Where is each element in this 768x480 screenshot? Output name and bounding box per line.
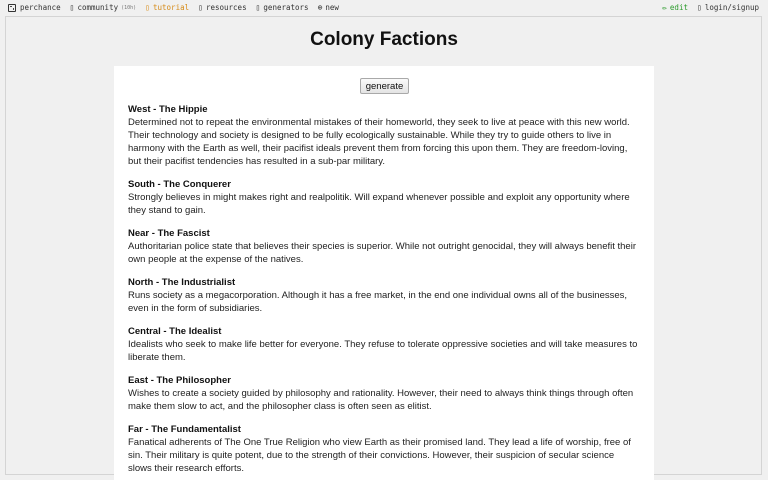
community-count: (10h) — [121, 4, 137, 11]
nav-right: ✏ edit ▯ login/signup — [662, 3, 759, 12]
page-title: Colony Factions — [310, 29, 458, 50]
nav-community-label: community — [77, 3, 119, 12]
faction-description: Idealists who seek to make life better f… — [128, 339, 638, 363]
faction-name: Far - The Fundamentalist — [128, 424, 241, 435]
nav-site-label: perchance — [20, 3, 61, 12]
list-icon: ▯ — [255, 2, 261, 12]
nav-home[interactable]: perchance — [8, 3, 61, 12]
faction-item: South - The Conquerer Strongly believes i… — [128, 178, 640, 217]
faction-item: Near - The Fascist Authoritarian police s… — [128, 227, 640, 266]
nav-edit[interactable]: ✏ edit — [662, 3, 688, 12]
generate-button[interactable]: generate — [360, 78, 409, 94]
resources-icon: ▯ — [198, 2, 203, 12]
nav-resources[interactable]: ▯ resources — [198, 3, 246, 12]
faction-description: Wishes to create a society guided by phi… — [128, 388, 634, 412]
nav-edit-label: edit — [669, 3, 688, 12]
top-nav: perchance ▯ community (10h) ▯ tutorial ▯… — [0, 0, 768, 16]
nav-generators[interactable]: ▯ generators — [256, 3, 309, 12]
nav-login-label: login/signup — [704, 3, 759, 12]
plus-circle-icon: ⊕ — [317, 2, 323, 12]
nav-generators-label: generators — [263, 3, 309, 12]
nav-tutorial[interactable]: ▯ tutorial — [145, 3, 189, 12]
nav-new[interactable]: ⊕ new — [318, 3, 339, 12]
faction-description: Runs society as a megacorporation. Altho… — [128, 290, 628, 314]
faction-name: North - The Industrialist — [128, 277, 236, 288]
nav-community[interactable]: ▯ community (10h) — [70, 3, 137, 12]
faction-name: Near - The Fascist — [128, 228, 210, 239]
output-panel: generate West - The Hippie Determined not… — [114, 66, 654, 480]
faction-list: West - The Hippie Determined not to repea… — [128, 103, 640, 480]
faction-item: West - The Hippie Determined not to repea… — [128, 103, 640, 168]
nav-left: perchance ▯ community (10h) ▯ tutorial ▯… — [8, 3, 348, 12]
nav-resources-label: resources — [205, 3, 247, 12]
chat-icon: ▯ — [69, 2, 75, 12]
nav-tutorial-label: tutorial — [153, 3, 190, 12]
pencil-icon: ✏ — [662, 2, 667, 12]
faction-item: Far - The Fundamentalist Fanatical adhere… — [128, 423, 640, 475]
faction-name: East - The Philosopher — [128, 375, 231, 386]
faction-name: Central - The Idealist — [128, 326, 222, 337]
faction-description: Determined not to repeat the environment… — [128, 117, 630, 167]
faction-name: West - The Hippie — [128, 104, 208, 115]
dice-icon — [8, 3, 16, 12]
faction-item: North - The Industrialist Runs society as… — [128, 276, 640, 315]
faction-description: Fanatical adherents of The One True Reli… — [128, 437, 631, 474]
faction-description: Strongly believes in might makes right a… — [128, 192, 630, 216]
nav-login[interactable]: ▯ login/signup — [697, 3, 759, 12]
book-icon: ▯ — [145, 2, 150, 12]
faction-item: Central - The Idealist Idealists who seek… — [128, 325, 640, 364]
faction-description: Authoritarian police state that believes… — [128, 241, 636, 265]
nav-new-label: new — [325, 3, 339, 12]
faction-name: South - The Conquerer — [128, 179, 231, 190]
user-icon: ▯ — [696, 2, 702, 12]
faction-item: East - The Philosopher Wishes to create a… — [128, 374, 640, 413]
